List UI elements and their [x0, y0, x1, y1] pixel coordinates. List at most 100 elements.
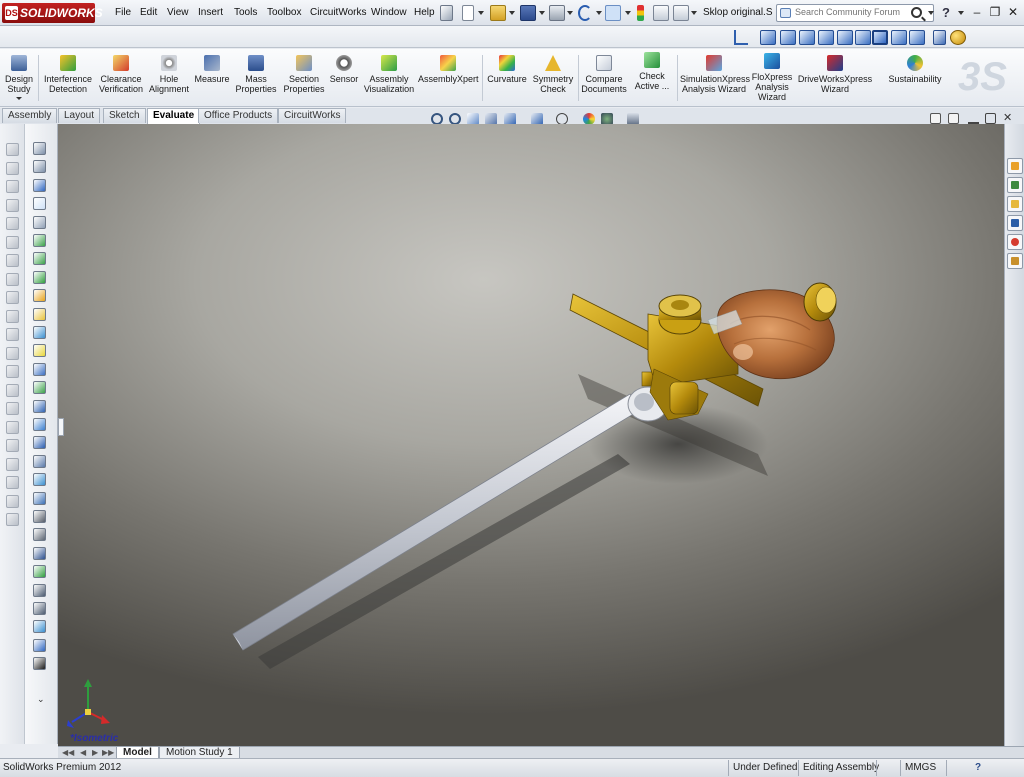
viewport-two-icon[interactable] — [948, 113, 959, 124]
doc-restore-button[interactable] — [985, 113, 996, 124]
appearances-scenes-icon[interactable] — [1007, 234, 1023, 250]
rebuild-icon[interactable] — [33, 565, 46, 579]
help-dropdown-icon[interactable] — [958, 11, 964, 15]
panel-splitter-handle[interactable] — [58, 418, 64, 436]
instant3d-icon[interactable] — [33, 583, 46, 597]
select-cursor-icon[interactable] — [33, 197, 46, 211]
check-active-button[interactable]: Check Active ... — [630, 50, 674, 91]
view-axis-icon[interactable] — [734, 30, 748, 45]
clearance-verification-button[interactable]: Clearance Verification — [97, 53, 145, 94]
undo-dropdown-icon[interactable] — [596, 11, 602, 15]
reference-geometry-icon[interactable] — [33, 528, 46, 542]
line-icon[interactable] — [33, 234, 46, 247]
tab-circuitworks[interactable]: CircuitWorks — [278, 108, 347, 123]
assemblyxpert-button[interactable]: AssemblyXpert — [418, 53, 479, 84]
scroll-prev-icon[interactable]: ◀ — [80, 748, 86, 757]
insert-component-icon[interactable] — [33, 289, 46, 303]
mass-properties-button[interactable]: Mass Properties — [233, 53, 279, 94]
view-dimetric-icon[interactable] — [909, 30, 925, 45]
scroll-first-icon[interactable]: ◀◀ — [62, 748, 74, 757]
tab-layout[interactable]: Layout — [58, 108, 101, 123]
mate-icon[interactable] — [33, 307, 46, 321]
smart-fasteners-icon[interactable] — [33, 381, 46, 395]
options-dropdown-icon[interactable] — [691, 11, 697, 15]
model-viewport[interactable] — [58, 124, 1004, 746]
tab-sketch[interactable]: Sketch — [103, 108, 146, 123]
appearance-icon[interactable] — [33, 657, 46, 671]
move-component-icon[interactable] — [33, 326, 46, 339]
exploded-sketch-icon[interactable] — [33, 418, 46, 431]
brass-end-cap-part[interactable] — [803, 282, 837, 322]
menu-file[interactable]: File — [115, 7, 131, 18]
smart-dimension-icon[interactable] — [33, 270, 46, 284]
minimize-button[interactable]: – — [971, 6, 983, 18]
interference-icon[interactable] — [33, 436, 46, 450]
status-units[interactable]: MMGS — [900, 760, 942, 776]
save-icon[interactable] — [520, 5, 536, 21]
menu-edit[interactable]: Edit — [140, 7, 157, 18]
tab-evaluate[interactable]: Evaluate — [147, 108, 201, 124]
viewport-single-icon[interactable] — [930, 113, 941, 124]
design-library-icon[interactable] — [1007, 177, 1023, 193]
explode-icon[interactable] — [33, 399, 46, 413]
save-dropdown-icon[interactable] — [539, 11, 545, 15]
assembly-feature-icon[interactable] — [33, 510, 46, 523]
solidworks-resources-icon[interactable] — [1007, 158, 1023, 174]
status-units-dropdown-icon[interactable] — [946, 760, 966, 776]
help-icon[interactable]: ? — [942, 5, 950, 20]
select-cursor-icon[interactable] — [605, 5, 621, 21]
pin-icon[interactable] — [440, 5, 453, 21]
scroll-next-icon[interactable]: ▶ — [92, 748, 98, 757]
interference-detection-button[interactable]: Interference Detection — [40, 53, 96, 94]
view-left-icon[interactable] — [799, 30, 815, 45]
close-button[interactable]: ✕ — [1007, 6, 1019, 18]
hole-alignment-button[interactable]: Hole Alignment — [147, 53, 191, 94]
view-back-icon[interactable] — [780, 30, 796, 45]
print-icon[interactable] — [549, 5, 565, 21]
file-properties-icon[interactable] — [653, 5, 669, 21]
sustainability-button[interactable]: Sustainability — [884, 53, 946, 84]
spline-icon[interactable] — [33, 252, 46, 266]
hole-icon[interactable] — [33, 473, 46, 487]
view-palette-icon[interactable] — [1007, 215, 1023, 231]
menu-help[interactable]: Help — [414, 7, 435, 18]
toolbox-icon[interactable] — [33, 602, 46, 615]
toolbar-more-chevron-icon[interactable]: ⌄ — [37, 694, 45, 705]
custom-properties-icon[interactable] — [1007, 253, 1023, 269]
view-front-icon[interactable] — [760, 30, 776, 45]
filter-icon[interactable] — [33, 142, 46, 155]
restore-button[interactable]: ❐ — [989, 6, 1001, 18]
search-box[interactable] — [776, 4, 934, 22]
search-dropdown-icon[interactable] — [928, 11, 934, 15]
bom-icon[interactable] — [33, 491, 46, 505]
new-motion-study-icon[interactable] — [33, 546, 46, 560]
symmetry-check-button[interactable]: Symmetry Check — [531, 53, 575, 94]
scroll-last-icon[interactable]: ▶▶ — [102, 748, 114, 757]
assembly-visualization-button[interactable]: Assembly Visualization — [362, 53, 416, 94]
tab-office-products[interactable]: Office Products — [198, 108, 279, 123]
rotate-component-icon[interactable] — [33, 344, 46, 358]
new-document-icon[interactable] — [462, 5, 474, 21]
open-dropdown-icon[interactable] — [509, 11, 515, 15]
steel-rod-part[interactable] — [232, 393, 641, 651]
view-isometric-icon[interactable] — [872, 30, 888, 45]
simulationxpress-button[interactable]: SimulationXpress Analysis Wizard — [680, 53, 750, 94]
normal-to-icon[interactable] — [933, 30, 946, 45]
graphics-area[interactable]: *Isometric — [58, 124, 1004, 746]
view-top-icon[interactable] — [837, 30, 853, 45]
adjustment-knob-part[interactable] — [658, 294, 702, 335]
menu-window[interactable]: Window — [371, 7, 407, 18]
select-icon[interactable] — [33, 178, 46, 192]
section-properties-button[interactable]: Section Properties — [281, 53, 327, 94]
status-help-icon[interactable]: ? — [975, 762, 981, 773]
view-bottom-icon[interactable] — [855, 30, 871, 45]
file-explorer-icon[interactable] — [1007, 196, 1023, 212]
floxpress-button[interactable]: FloXpress Analysis Wizard — [750, 51, 794, 102]
clearance-icon[interactable] — [33, 454, 46, 468]
select-dropdown-icon[interactable] — [625, 11, 631, 15]
driveworksxpress-button[interactable]: DriveWorksXpress Wizard — [797, 53, 873, 94]
design-study-button[interactable]: Design Study — [2, 53, 36, 100]
sketch-tool-icon[interactable] — [33, 215, 46, 229]
view-right-icon[interactable] — [818, 30, 834, 45]
search-icon[interactable] — [911, 7, 922, 18]
